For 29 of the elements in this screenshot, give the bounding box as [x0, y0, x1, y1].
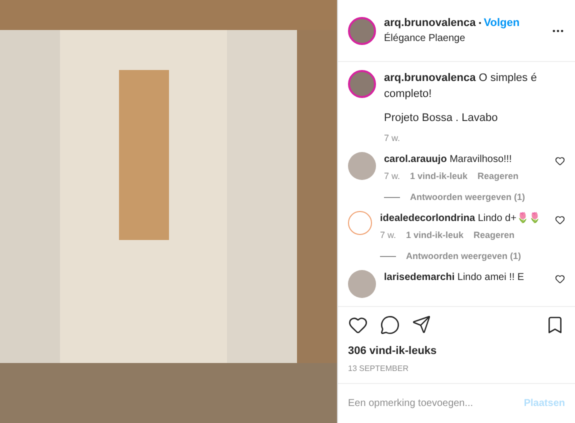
dot-separator-icon [478, 22, 481, 24]
username[interactable]: arq.brunovalenca [384, 14, 476, 32]
comment-likes[interactable]: 1 vind-ik-leuk [406, 228, 464, 243]
post-time: 7 w. [384, 132, 402, 145]
comment-icon[interactable] [380, 314, 400, 334]
likes-count[interactable]: 306 vind-ik-leuks [348, 342, 565, 359]
like-heart-icon[interactable] [555, 274, 565, 284]
comment-likes[interactable]: 1 vind-ik-leuk [410, 169, 468, 184]
caption-line: Projeto Bossa . Lavabo [384, 111, 499, 126]
like-heart-icon[interactable] [555, 156, 565, 166]
location-text[interactable]: Élégance Plaenge [384, 31, 543, 46]
follow-link[interactable]: Volgen [484, 14, 520, 32]
view-replies-link[interactable]: Antwoorden weergeven (1) [410, 190, 526, 205]
like-heart-icon[interactable] [555, 215, 565, 225]
comment-time: 7 w. [384, 170, 400, 183]
reply-link[interactable]: Reageren [474, 228, 515, 243]
avatar[interactable] [348, 16, 376, 44]
post-date: 13 SEPTEMBER [348, 363, 410, 375]
view-replies-link[interactable]: Antwoorden weergeven (1) [406, 249, 522, 264]
comment-text: larisedemarchi Lindo amei !! E [384, 271, 526, 285]
comment-text: idealedecorlondrina Lindo d+🌷🌷 [380, 211, 542, 226]
reply-link[interactable]: Reageren [478, 169, 519, 184]
comment-text: carol.arauujo Maravilhoso!!! [384, 153, 513, 167]
avatar[interactable] [348, 70, 376, 98]
like-icon[interactable] [348, 314, 368, 334]
comment-time: 7 w. [380, 229, 396, 242]
share-icon[interactable] [412, 315, 431, 334]
comment-input[interactable]: Een opmerking toevoegen... [348, 396, 524, 411]
caption-text: arq.brunovalenca O simples é completo! [384, 71, 538, 102]
